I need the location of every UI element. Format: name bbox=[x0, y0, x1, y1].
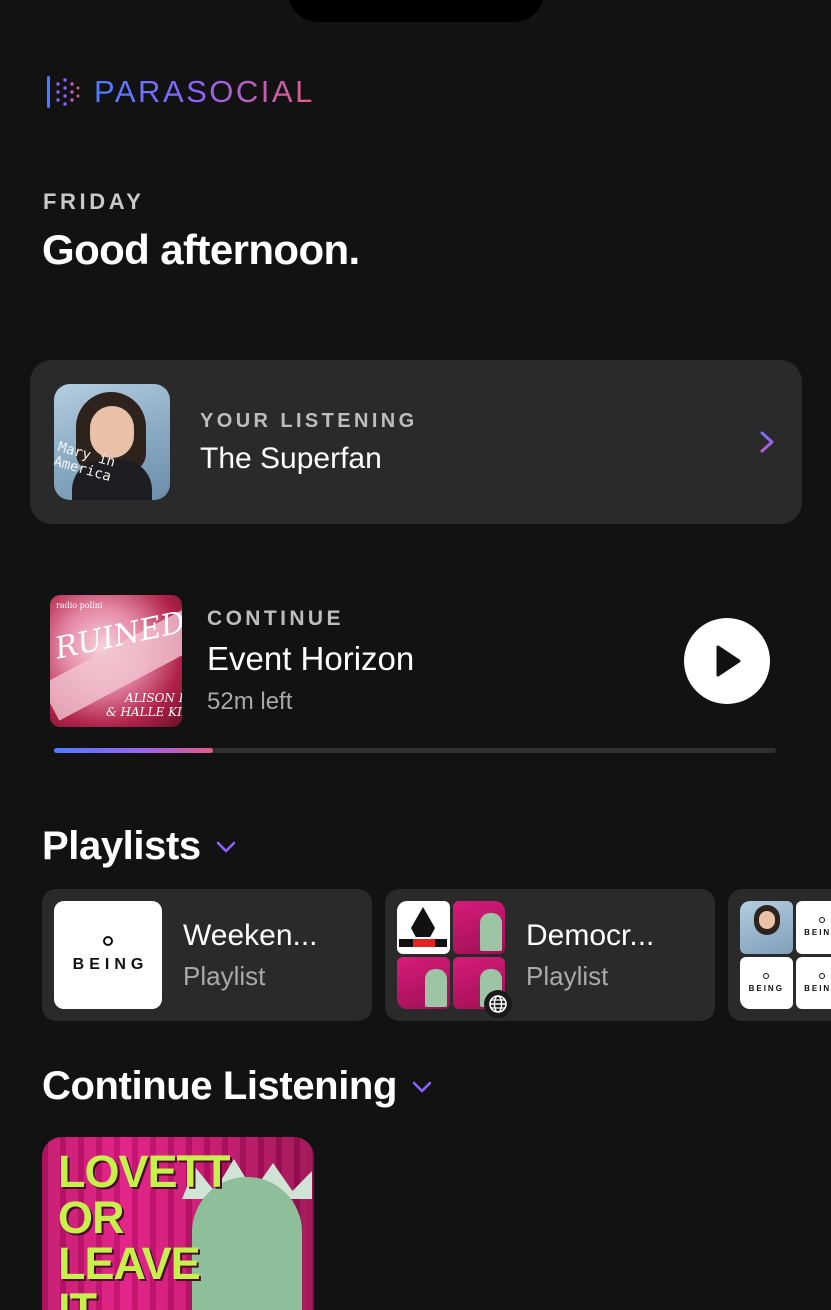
app-logo: PARASOCIAL bbox=[46, 74, 315, 110]
chevron-down-icon bbox=[412, 1081, 432, 1092]
playlists-title: Playlists bbox=[42, 824, 201, 868]
artwork-publisher: radio pollni bbox=[56, 601, 103, 610]
artwork-tile: BEING bbox=[795, 956, 831, 1009]
your-listening-eyebrow: YOUR LISTENING bbox=[200, 410, 418, 432]
artwork-tile: BEING bbox=[795, 901, 831, 954]
statue-shape bbox=[480, 913, 502, 951]
being-logo-circle bbox=[103, 936, 113, 946]
being-logo-circle bbox=[763, 972, 770, 979]
playlist-title: Democr... bbox=[526, 919, 655, 952]
day-label: FRIDAY bbox=[43, 189, 145, 214]
episode-progress-bar[interactable] bbox=[54, 748, 776, 753]
playlist-subtitle: Playlist bbox=[526, 961, 609, 991]
playlists-header[interactable]: Playlists bbox=[42, 824, 237, 869]
episode-progress-fill bbox=[54, 748, 213, 753]
continue-time-left: 52m left bbox=[207, 688, 293, 715]
continue-listening-artwork[interactable]: LOVETT OR LEAVE IT bbox=[42, 1137, 314, 1310]
chevron-down-icon bbox=[216, 841, 236, 852]
playlist-title: Weeken... bbox=[183, 919, 318, 952]
being-logo-circle bbox=[818, 917, 825, 924]
playlist-card[interactable]: BEING Weeken... Playlist bbox=[42, 889, 372, 1021]
device-notch bbox=[288, 0, 544, 22]
your-listening-card[interactable]: Mary in America YOUR LISTENING The Super… bbox=[30, 360, 802, 524]
continue-eyebrow: CONTINUE bbox=[207, 607, 344, 630]
artwork-tile bbox=[452, 901, 505, 954]
your-listening-artwork: Mary in America bbox=[54, 384, 170, 500]
playlist-card[interactable]: BEING BEING BEING bbox=[728, 889, 831, 1021]
parasocial-logo-icon bbox=[47, 76, 80, 108]
artwork-hosts: WITH ALISON LEIBY & HALLE KIEFER bbox=[106, 677, 182, 719]
greeting-title: Good afternoon. bbox=[42, 226, 360, 273]
chevron-right-icon bbox=[760, 431, 774, 453]
artwork-word: BEING bbox=[72, 956, 149, 973]
artwork-title: LOVETT OR LEAVE IT bbox=[58, 1146, 230, 1310]
continue-episode-artwork[interactable]: radio pollni RUINED! WITH ALISON LEIBY &… bbox=[50, 595, 182, 727]
continue-listening-title: Continue Listening bbox=[42, 1064, 397, 1108]
continue-episode-title[interactable]: Event Horizon bbox=[207, 640, 414, 678]
artwork-word: BEING bbox=[804, 983, 831, 993]
ship-shape bbox=[411, 907, 435, 937]
playlist-subtitle: Playlist bbox=[183, 961, 266, 991]
playlist-artwork: BEING bbox=[54, 901, 162, 1009]
artwork-tile bbox=[397, 901, 450, 954]
bar-accent bbox=[413, 939, 435, 947]
bar-shape bbox=[399, 939, 447, 947]
statue-shape bbox=[424, 968, 447, 1007]
play-button[interactable] bbox=[684, 618, 770, 704]
artwork-tile bbox=[740, 901, 793, 954]
artwork-word: BEING bbox=[804, 928, 831, 938]
continue-listening-header[interactable]: Continue Listening bbox=[42, 1064, 433, 1109]
being-logo-circle bbox=[818, 972, 825, 979]
app-name: PARASOCIAL bbox=[94, 74, 315, 109]
globe-icon bbox=[489, 995, 507, 1013]
artwork-tile: BEING bbox=[740, 956, 793, 1009]
artwork-tile bbox=[397, 956, 450, 1009]
your-listening-title: The Superfan bbox=[200, 442, 382, 475]
public-badge bbox=[484, 990, 512, 1018]
playlist-card[interactable]: Democr... Playlist bbox=[385, 889, 715, 1021]
playlist-artwork-grid: BEING BEING BEING bbox=[740, 901, 831, 1009]
face-shape bbox=[759, 911, 775, 929]
home-screen: PARASOCIAL FRIDAY Good afternoon. Mary i… bbox=[0, 0, 831, 1310]
artwork-word: BEING bbox=[748, 983, 784, 993]
play-icon bbox=[716, 645, 741, 677]
